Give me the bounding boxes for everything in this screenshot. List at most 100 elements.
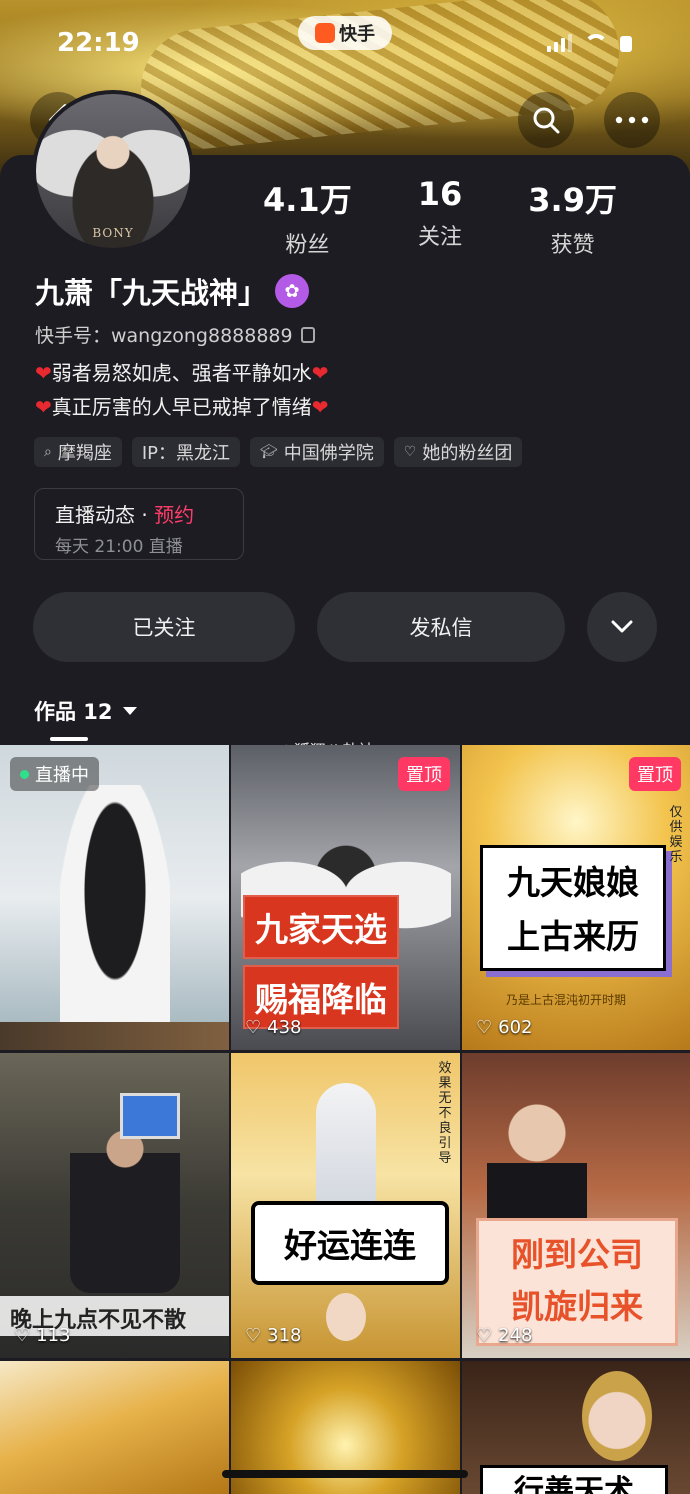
live-schedule-card[interactable]: 直播动态 · 预约 每天 21:00 直播 (34, 488, 244, 560)
action-buttons: 已关注 发私信 (33, 592, 657, 662)
heart-icon: ❤ (311, 361, 329, 385)
caption-strip (0, 1022, 229, 1050)
status-time: 22:19 (57, 28, 140, 58)
message-button[interactable]: 发私信 (317, 592, 565, 662)
video-tile[interactable]: 晚上九点不见不散 ♡ 113 (0, 1053, 229, 1358)
stat-value: 16 (417, 175, 463, 213)
app-indicator: 快手 (298, 16, 392, 50)
bio-line-1: ❤弱者易怒如虎、强者平静如水❤ (35, 356, 329, 390)
heart-icon: ❤ (35, 361, 52, 385)
video-thumbnail (60, 785, 170, 1050)
video-tile[interactable] (0, 1361, 229, 1494)
bio-text-2: 真正厉害的人早已戒掉了情绪 (51, 395, 312, 419)
thumb-caption: 上古来历 (507, 917, 639, 956)
copy-icon[interactable] (300, 326, 315, 343)
live-title-row: 直播动态 · 预约 (55, 499, 223, 528)
tag-label: 摩羯座 (57, 443, 112, 464)
likes-count: ♡ 248 (476, 1325, 533, 1346)
bio-line-2: ❤真正厉害的人早已戒掉了情绪❤ (35, 390, 329, 424)
tag-zodiac[interactable]: ⌕ 摩羯座 (34, 437, 122, 467)
stat-following[interactable]: 16 关注 (418, 175, 463, 259)
heart-icon: ❤ (35, 395, 52, 419)
likes-value: 318 (267, 1325, 302, 1346)
tab-underline (50, 737, 88, 741)
disclaimer: 仅供娱乐 (669, 805, 683, 865)
kuaishou-logo-icon (315, 23, 335, 43)
live-reserve-link[interactable]: 预约 (154, 503, 194, 527)
tag-ip: IP：黑龙江 (131, 437, 241, 467)
likes-value: 602 (498, 1017, 533, 1038)
profile-stats: 4.1万 粉丝 16 关注 3.9万 获赞 (230, 175, 650, 259)
wifi-icon (584, 34, 608, 52)
tag-fan-club[interactable]: ♡ 她的粉丝团 (393, 437, 523, 467)
video-thumbnail-screen (120, 1093, 180, 1139)
pinned-badge: 置顶 (398, 757, 450, 791)
works-tab-label: 作品 12 (34, 700, 113, 724)
video-thumbnail-face (326, 1293, 366, 1341)
kuaishou-id-row: 快手号：wangzong8888889 (35, 321, 315, 348)
tag-school[interactable]: 🎓︎ 中国佛学院 (250, 437, 384, 467)
thumb-caption: 好运连连 (251, 1201, 449, 1285)
thumb-caption-card: 九天娘娘 上古来历 (480, 845, 666, 971)
live-badge-label: 直播中 (35, 765, 89, 786)
video-thumbnail (70, 1113, 180, 1293)
avatar[interactable]: BONY (32, 90, 194, 252)
more-options-button[interactable] (587, 592, 657, 662)
stat-likes[interactable]: 3.9万 获赞 (528, 175, 617, 259)
live-separator: · (135, 503, 155, 527)
more-button[interactable] (604, 92, 660, 148)
pinned-badge: 置顶 (629, 757, 681, 791)
live-badge: 直播中 (10, 757, 99, 791)
video-tile[interactable]: 行善天术 (462, 1361, 690, 1494)
search-icon (533, 107, 560, 134)
thumb-caption: 行善天术 (480, 1465, 668, 1494)
profile-bio: ❤弱者易怒如虎、强者平静如水❤ ❤真正厉害的人早已戒掉了情绪❤ (35, 356, 329, 424)
video-tile[interactable]: 置顶 九家天选 赐福降临 ♡ 438 (231, 745, 460, 1050)
likes-count: ♡ 113 (14, 1325, 71, 1346)
battery-icon (620, 36, 632, 52)
more-dots-icon (615, 116, 649, 124)
thumb-caption: 刚到公司 (511, 1235, 643, 1274)
heart-icon: ❤ (311, 395, 329, 419)
avatar-watermark: BONY (92, 226, 134, 240)
stat-value: 3.9万 (528, 181, 617, 219)
verified-badge-icon[interactable]: ✿ (275, 274, 310, 308)
thumb-subtitle: 乃是上古混沌初开时期 (506, 993, 627, 1007)
likes-count: ♡ 438 (245, 1017, 302, 1038)
likes-value: 248 (498, 1325, 533, 1346)
video-tile[interactable]: 置顶 九天娘娘 上古来历 乃是上古混沌初开时期 仅供娱乐 ♡ 602 (462, 745, 690, 1050)
video-thumbnail (582, 1371, 652, 1461)
works-tab[interactable]: 作品 12 (34, 696, 137, 726)
live-title: 直播动态 (55, 503, 135, 527)
video-tile[interactable]: 直播中 (0, 745, 229, 1050)
signal-icon (547, 34, 572, 52)
profile-tags: ⌕ 摩羯座 IP：黑龙江 🎓︎ 中国佛学院 ♡ 她的粉丝团 (34, 437, 523, 467)
thumb-caption: 九天娘娘 (507, 863, 639, 902)
chevron-down-icon (611, 620, 633, 633)
tag-label: 她的粉丝团 (422, 443, 513, 464)
stat-label: 粉丝 (285, 233, 330, 258)
stat-fans[interactable]: 4.1万 粉丝 (263, 175, 352, 259)
likes-value: 113 (36, 1325, 71, 1346)
likes-count: ♡ 602 (476, 1017, 533, 1038)
live-dot-icon (20, 769, 29, 779)
bio-text-1: 弱者易怒如虎、强者平静如水 (51, 361, 312, 385)
tag-label: 中国佛学院 (283, 443, 374, 464)
search-icon: ⌕ (44, 444, 52, 460)
stat-label: 关注 (417, 225, 462, 250)
graduation-cap-icon: 🎓︎ (260, 444, 278, 460)
status-bar: 22:19 快手 (0, 0, 690, 90)
heart-outline-icon: ♡ (14, 1325, 31, 1346)
caret-down-icon (122, 707, 137, 715)
stat-label: 获赞 (550, 233, 595, 258)
video-tile[interactable]: 效果无不良引导 好运连连 ♡ 318 (231, 1053, 460, 1358)
search-button[interactable] (518, 92, 574, 148)
video-tile[interactable]: 刚到公司 凯旋归来 ♡ 248 (462, 1053, 690, 1358)
heart-outline-icon: ♡ (476, 1325, 493, 1346)
following-button[interactable]: 已关注 (33, 592, 295, 662)
app-name: 快手 (339, 24, 375, 45)
home-indicator[interactable] (222, 1470, 468, 1478)
heart-outline-icon: ♡ (476, 1017, 493, 1038)
profile-name-row: 九萧「九天战神」 ✿ (35, 270, 310, 312)
tag-label: IP：黑龙江 (141, 443, 231, 464)
